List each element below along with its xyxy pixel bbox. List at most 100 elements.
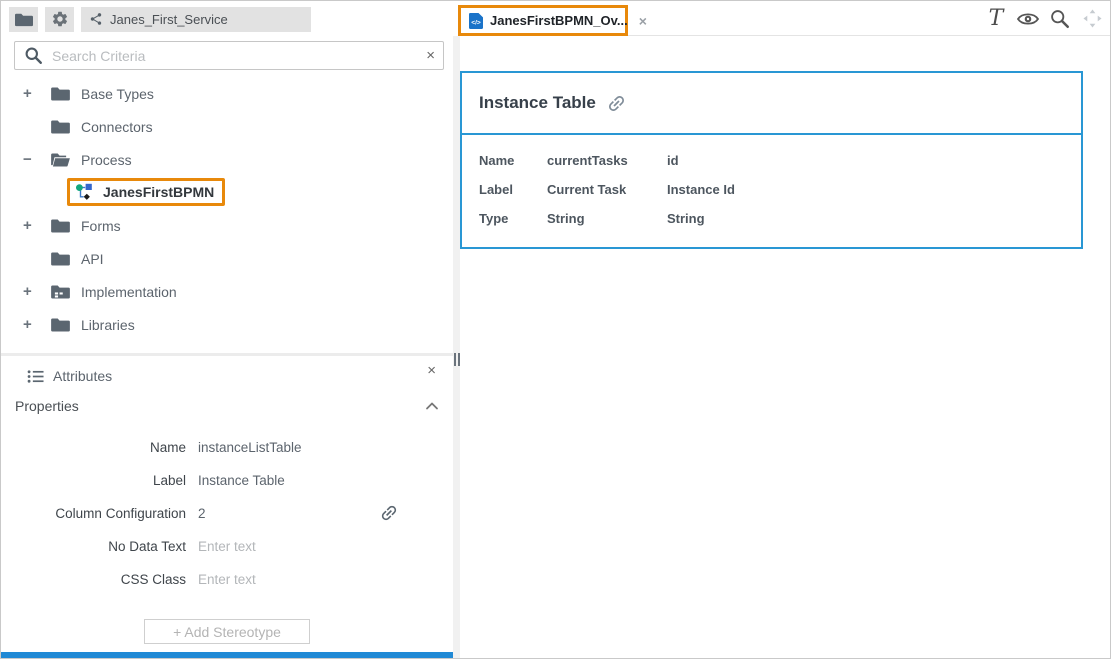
gear-icon [51,10,69,28]
folder-icon [15,12,33,27]
open-folder-button[interactable] [9,7,38,32]
tree-item-label: Implementation [81,284,177,300]
splitter-grip-icon[interactable] [453,353,460,366]
field-label: Name [1,440,186,455]
tree-item-label: Base Types [81,86,154,102]
tree-item-libraries[interactable]: + Libraries [1,308,453,341]
tree-item-label: Forms [81,218,121,234]
tree-item-connectors[interactable]: Connectors [1,110,453,143]
link-icon[interactable] [606,93,627,114]
card-header: Instance Table [462,73,1081,135]
selected-item-highlight: JanesFirstBPMN [67,178,225,206]
row-header: Label [479,182,547,197]
cell: String [667,211,705,226]
eye-icon[interactable] [1016,7,1040,31]
name-field[interactable]: instanceListTable [198,440,302,455]
folder-icon [51,317,71,333]
service-icon [89,12,103,26]
cell: Instance Id [667,182,735,197]
list-icon [27,368,44,385]
attributes-panel: Attributes × Properties Name instanceLis… [1,353,453,658]
search-clear-icon[interactable]: × [426,48,435,63]
collapse-icon[interactable]: − [23,151,51,168]
tree-item-label: Process [81,152,132,168]
add-stereotype-button[interactable]: + Add Stereotype [144,619,310,644]
project-tab[interactable]: Janes_First_Service [81,7,311,32]
attributes-header: Attributes [1,362,453,390]
cell: String [547,211,667,226]
cell: currentTasks [547,153,667,168]
editor-tabbar: </> JanesFirstBPMN_Ov... × T [460,1,1110,36]
cell: Current Task [547,182,667,197]
folder-open-icon [51,152,71,168]
properties-section-header[interactable]: Properties [15,398,439,414]
table-row-type: Type String String [479,204,1064,233]
row-header: Name [479,153,547,168]
field-label: No Data Text [1,539,186,554]
code-document-icon: </> [469,13,483,29]
column-configuration-field[interactable]: 2 [198,506,206,521]
tree-item-forms[interactable]: + Forms [1,209,453,242]
svg-text:</>: </> [471,19,481,26]
close-tab-icon[interactable]: × [639,13,647,29]
table-row-label: Label Current Task Instance Id [479,175,1064,204]
move-icon[interactable] [1080,7,1104,31]
property-fields: Name instanceListTable Label Instance Ta… [1,431,453,596]
expand-icon[interactable]: + [23,316,51,333]
field-column-configuration: Column Configuration 2 [1,497,453,530]
tree-item-implementation[interactable]: + Implementation [1,275,453,308]
link-icon[interactable] [379,503,399,523]
folder-icon [51,86,71,102]
properties-title: Properties [15,398,79,414]
editor-area: </> JanesFirstBPMN_Ov... × T [460,1,1110,658]
editor-tab-label: JanesFirstBPMN_Ov... [490,13,628,28]
tree-item-janesfirstbpmn[interactable]: JanesFirstBPMN [1,177,453,207]
panel-splitter[interactable] [453,36,460,658]
editor-tab-janesfirstbpmn-overview[interactable]: </> JanesFirstBPMN_Ov... × [458,5,628,36]
sidebar-bottom-scrollbar[interactable] [1,652,456,658]
field-css-class: CSS Class Enter text [1,563,453,596]
row-header: Type [479,211,547,226]
tree-item-label: Libraries [81,317,135,333]
field-label: Label [1,473,186,488]
no-data-text-field[interactable]: Enter text [198,539,256,554]
table-row-name: Name currentTasks id [479,146,1064,175]
column-configuration-table: Name currentTasks id Label Current Task … [462,135,1081,233]
folder-icon [51,119,71,135]
tree-item-label: Connectors [81,119,153,135]
tree-item-base-types[interactable]: + Base Types [1,77,453,110]
folder-icon [51,218,71,234]
expand-icon[interactable]: + [23,85,51,102]
tree-item-api[interactable]: API [1,242,453,275]
search-icon [24,46,43,65]
tree-item-label: API [81,251,104,267]
search-box[interactable]: × [14,41,444,70]
search-input[interactable] [52,48,426,64]
instance-table-card[interactable]: Instance Table Name currentTasks id Labe… [460,71,1083,249]
folder-icon [51,251,71,267]
label-field[interactable]: Instance Table [198,473,285,488]
expand-icon[interactable]: + [23,217,51,234]
bpmn-icon [75,184,95,200]
field-label: Column Configuration [1,506,186,521]
close-icon[interactable]: × [427,362,436,379]
css-class-field[interactable]: Enter text [198,572,256,587]
zoom-icon[interactable] [1048,7,1072,31]
sidebar-toolbar: Janes_First_Service [1,1,453,37]
card-title: Instance Table [479,93,596,113]
tree-item-process[interactable]: − Process [1,143,453,176]
model-tree: + Base Types Connectors − Process [1,77,453,341]
field-label: CSS Class [1,572,186,587]
expand-icon[interactable]: + [23,283,51,300]
tree-item-label: JanesFirstBPMN [103,184,214,200]
cell: id [667,153,679,168]
field-no-data-text: No Data Text Enter text [1,530,453,563]
text-tool-icon[interactable]: T [984,7,1008,31]
project-tab-label: Janes_First_Service [110,12,228,27]
application-window: Janes_First_Service × + Base Types [0,0,1111,659]
left-sidebar: Janes_First_Service × + Base Types [1,1,453,658]
settings-button[interactable] [45,7,74,32]
field-label-row: Label Instance Table [1,464,453,497]
chevron-up-icon[interactable] [425,400,439,412]
attributes-title: Attributes [53,368,112,384]
